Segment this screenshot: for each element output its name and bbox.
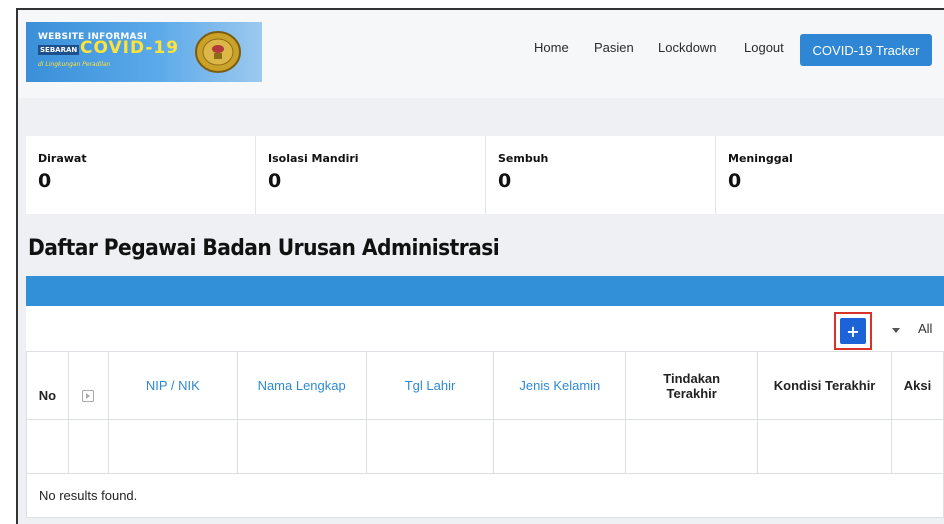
nav-logout[interactable]: Logout xyxy=(744,40,784,55)
empty-row: No results found. xyxy=(26,473,944,518)
table-header-bar xyxy=(26,276,944,306)
column-label: Tindakan Terakhir xyxy=(663,370,721,401)
add-button-highlight xyxy=(834,312,872,350)
stat-dirawat: Dirawat 0 xyxy=(26,136,256,214)
page-title: Daftar Pegawai Badan Urusan Administrasi xyxy=(28,236,500,261)
emblem-icon xyxy=(195,31,241,73)
nav-home[interactable]: Home xyxy=(534,40,569,55)
column-header-expand[interactable] xyxy=(67,351,109,420)
stat-label: Meninggal xyxy=(728,152,793,165)
stat-value: 0 xyxy=(498,170,512,192)
empty-message: No results found. xyxy=(26,473,944,518)
filter-cell[interactable] xyxy=(236,419,367,474)
table-header-row: No NIP / NIK Nama Lengkap Tgl Lahir Jeni… xyxy=(26,351,944,420)
filter-cell xyxy=(890,419,944,474)
filter-cell xyxy=(26,419,69,474)
logo-line-2: SEBARAN xyxy=(38,45,80,55)
column-header-aksi: Aksi xyxy=(890,351,944,420)
filter-cell[interactable] xyxy=(107,419,238,474)
nav-pasien[interactable]: Pasien xyxy=(594,40,634,55)
table-toolbar: + All xyxy=(26,306,944,352)
page-frame: WEBSITE INFORMASI SEBARAN COVID-19 di Li… xyxy=(16,8,944,524)
stats-panel: Dirawat 0 Isolasi Mandiri 0 Sembuh 0 Men… xyxy=(26,136,944,214)
page-size-select[interactable]: All xyxy=(918,321,932,336)
filter-cell xyxy=(67,419,109,474)
filter-cell[interactable] xyxy=(757,419,892,474)
data-table: No NIP / NIK Nama Lengkap Tgl Lahir Jeni… xyxy=(26,351,944,518)
column-header-kondisi: Kondisi Terakhir xyxy=(757,351,892,420)
column-header-no: No xyxy=(26,351,69,420)
stat-sembuh: Sembuh 0 xyxy=(486,136,716,214)
site-header: WEBSITE INFORMASI SEBARAN COVID-19 di Li… xyxy=(18,10,944,98)
stat-isolasi-mandiri: Isolasi Mandiri 0 xyxy=(256,136,486,214)
site-logo[interactable]: WEBSITE INFORMASI SEBARAN COVID-19 di Li… xyxy=(26,22,262,82)
filter-cell[interactable] xyxy=(493,419,627,474)
expand-icon[interactable] xyxy=(82,390,95,402)
stat-meninggal: Meninggal 0 xyxy=(716,136,944,214)
stat-value: 0 xyxy=(268,170,282,192)
stat-label: Dirawat xyxy=(38,152,87,165)
stat-label: Isolasi Mandiri xyxy=(268,152,359,165)
covid-tracker-button[interactable]: COVID-19 Tracker xyxy=(800,34,932,66)
stat-label: Sembuh xyxy=(498,152,549,165)
filter-cell[interactable] xyxy=(365,419,495,474)
column-header-nama[interactable]: Nama Lengkap xyxy=(236,351,367,420)
logo-line-3: COVID-19 xyxy=(80,38,180,58)
stat-value: 0 xyxy=(38,170,52,192)
filter-row xyxy=(26,419,944,474)
nav-lockdown[interactable]: Lockdown xyxy=(658,40,717,55)
stat-value: 0 xyxy=(728,170,742,192)
column-label: No xyxy=(38,388,57,403)
column-header-nip[interactable]: NIP / NIK xyxy=(107,351,238,420)
column-header-tgl-lahir[interactable]: Tgl Lahir xyxy=(365,351,495,420)
chevron-down-icon[interactable] xyxy=(892,328,900,333)
column-header-jenis-kelamin[interactable]: Jenis Kelamin xyxy=(493,351,627,420)
logo-line-4: di Lingkungan Peradilan xyxy=(38,61,111,68)
column-header-tindakan: Tindakan Terakhir xyxy=(625,351,759,420)
filter-cell[interactable] xyxy=(625,419,759,474)
